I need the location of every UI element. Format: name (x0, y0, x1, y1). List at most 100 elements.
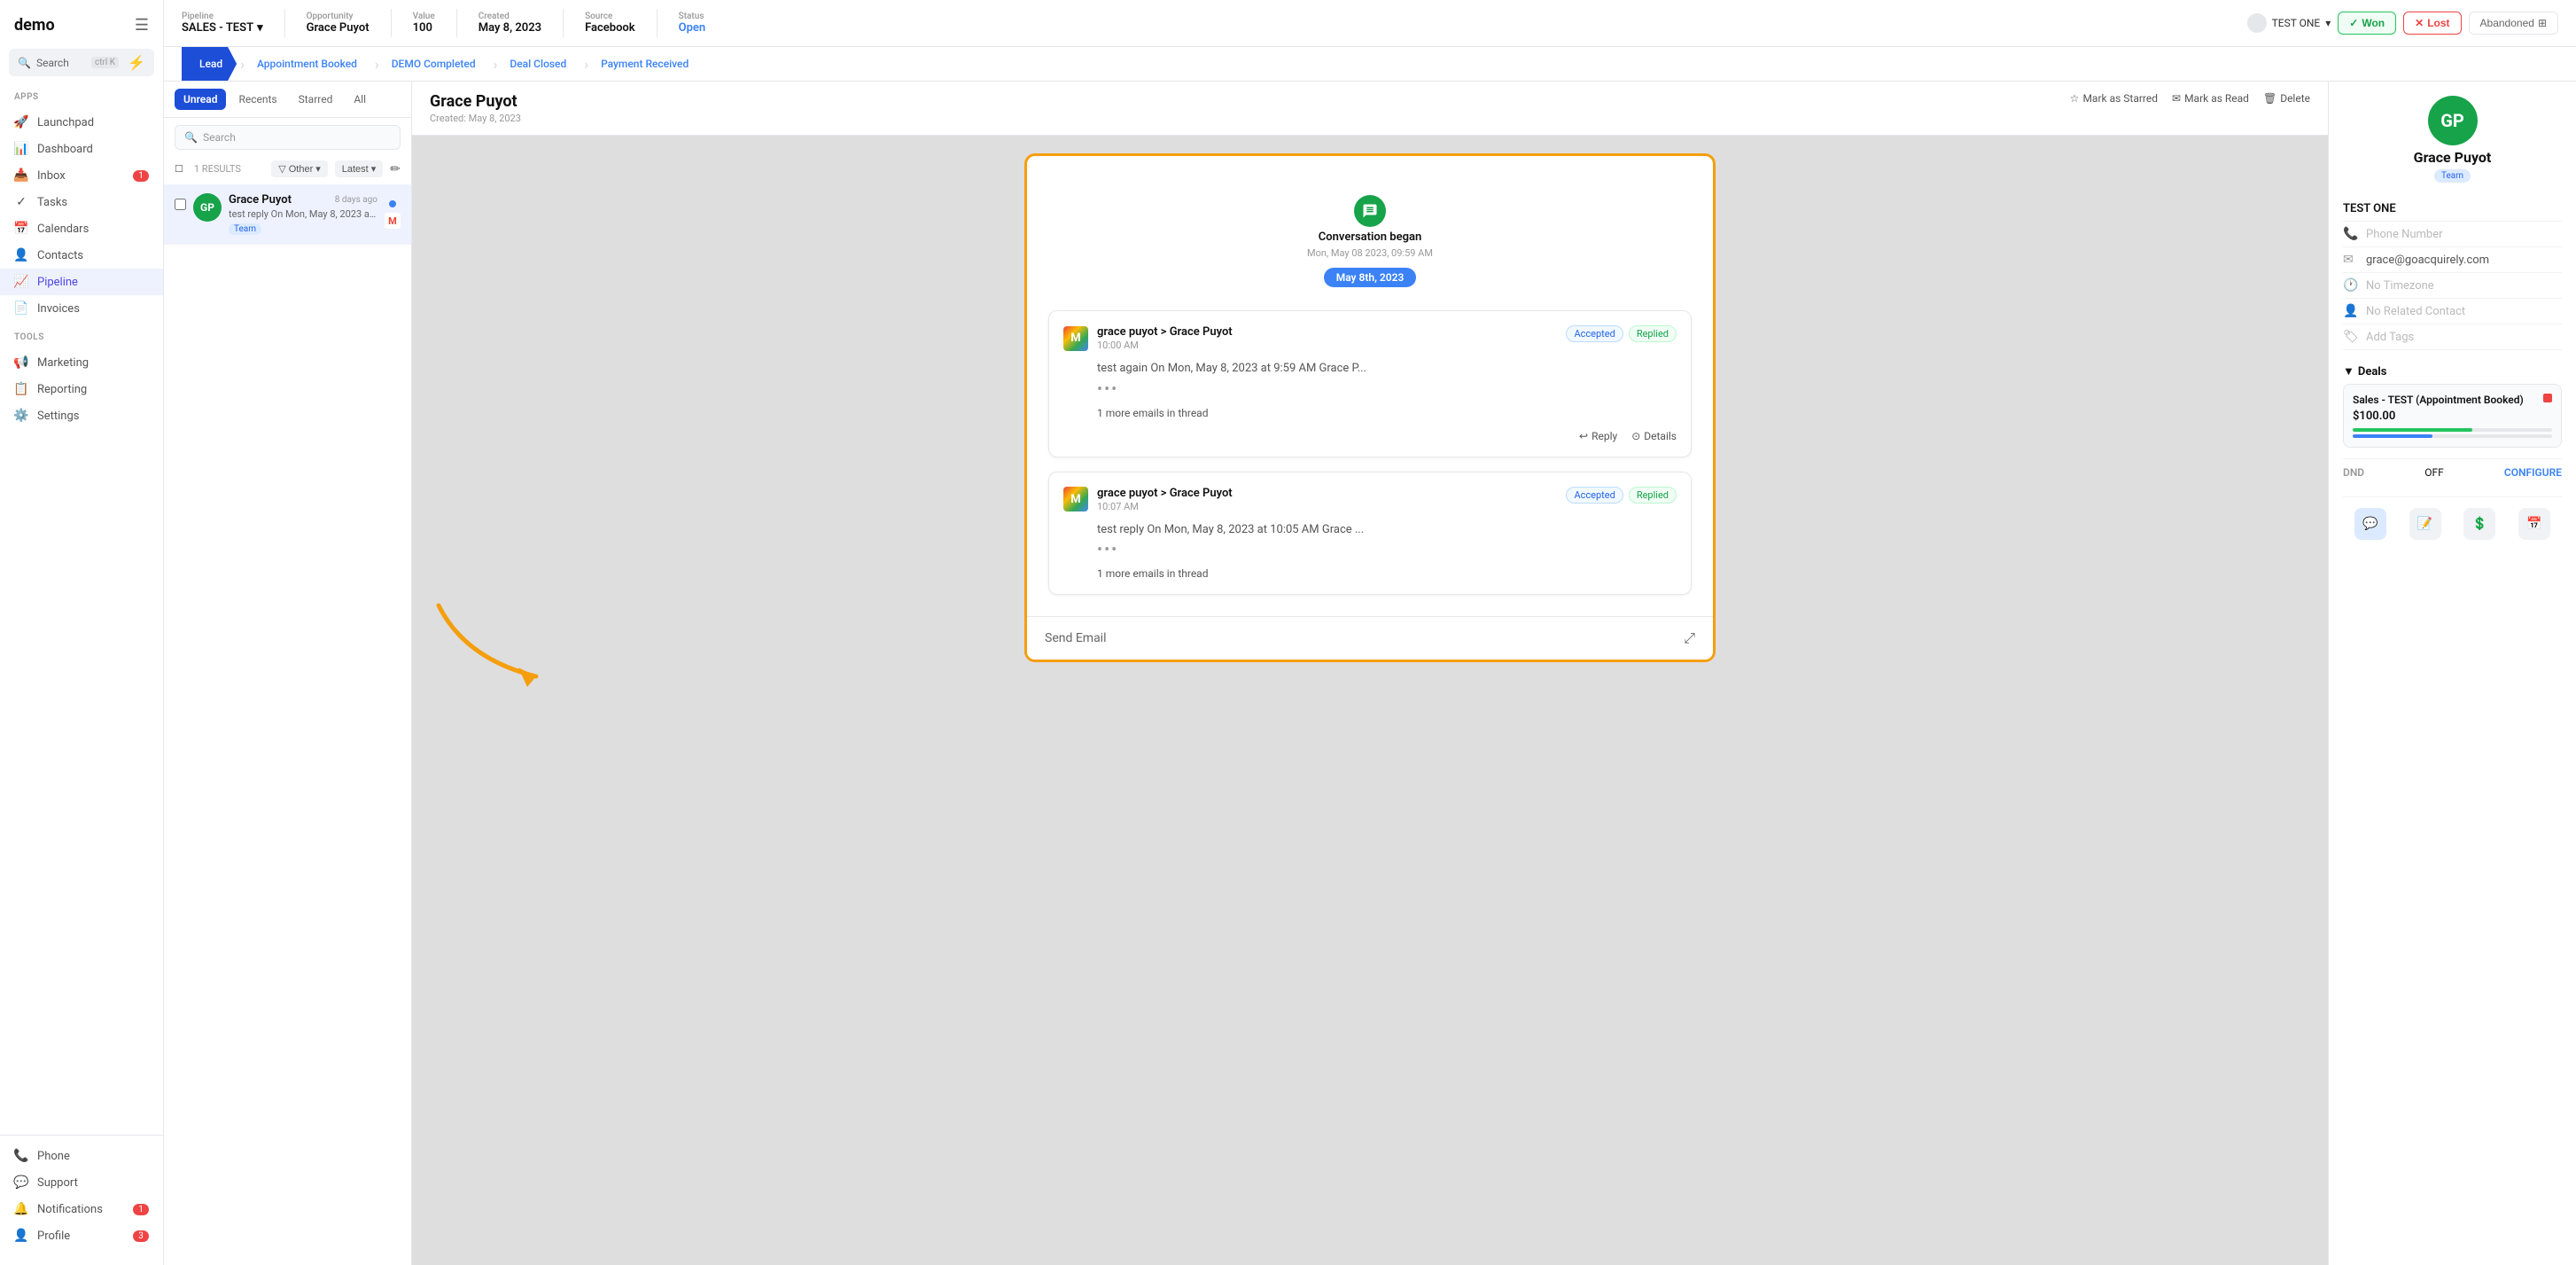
sidebar-item-pipeline[interactable]: 📈 Pipeline (0, 269, 163, 295)
began-text: Conversation began (1319, 230, 1421, 244)
deal-name: Sales - TEST (Appointment Booked) (2353, 394, 2552, 406)
compose-icon[interactable]: ✏ (390, 162, 401, 176)
notifications-icon: 🔔 (14, 1202, 28, 1216)
sidebar-item-calendars[interactable]: 📅 Calendars (0, 215, 163, 242)
created-label: Created (479, 12, 541, 21)
lost-button[interactable]: ✕ Lost (2403, 12, 2461, 35)
phone-info-icon: 📞 (2343, 227, 2359, 241)
gmail-icon: M (385, 213, 401, 229)
sidebar-item-support[interactable]: 💬 Support (0, 1169, 163, 1196)
sidebar-item-label-profile: Profile (37, 1230, 124, 1243)
filter-other-button[interactable]: ▽ Other ▾ (271, 160, 328, 177)
sidebar-item-label-support: Support (37, 1176, 149, 1190)
tab-starred[interactable]: Starred (290, 89, 342, 110)
delete-action[interactable]: 🗑 Delete (2263, 92, 2310, 105)
dollar-icon-btn[interactable]: 💲 (2463, 508, 2495, 540)
hamburger-icon[interactable]: ☰ (135, 16, 149, 35)
calendar-icon-btn[interactable]: 📅 (2518, 508, 2550, 540)
tasks-icon: ✓ (14, 195, 28, 209)
phone-value[interactable]: Phone Number (2366, 228, 2443, 241)
sidebar-item-dashboard[interactable]: 📊 Dashboard (0, 136, 163, 162)
stage-arrow-3: › (494, 56, 498, 73)
expand-icon[interactable]: ⤢ (1684, 629, 1695, 647)
sidebar-item-label-invoices: Invoices (37, 302, 149, 316)
conversation-icon (1354, 195, 1386, 227)
deal-card: Sales - TEST (Appointment Booked) $100.0… (2343, 384, 2562, 448)
email-from-1: grace puyot > Grace Puyot (1097, 325, 1233, 339)
sidebar-item-contacts[interactable]: 👤 Contacts (0, 242, 163, 269)
sidebar-search[interactable]: 🔍 Search ctrl K ⚡ (9, 49, 154, 76)
search-icon-sm: 🔍 (184, 131, 198, 144)
won-button[interactable]: ✓ Won (2338, 12, 2396, 35)
email-sender-1: M grace puyot > Grace Puyot 10:00 AM (1063, 325, 1233, 351)
value-value: 100 (413, 21, 435, 35)
reply-icon-1: ↩ (1579, 430, 1588, 442)
sidebar-item-phone[interactable]: 📞 Phone (0, 1143, 163, 1169)
tab-all[interactable]: All (345, 89, 375, 110)
value-section: Value 100 (413, 12, 435, 35)
mark-read-action[interactable]: ✉ Mark as Read (2172, 92, 2249, 105)
abandoned-button[interactable]: Abandoned ⊞ (2469, 12, 2558, 35)
email-thread-1[interactable]: 1 more emails in thread (1063, 407, 1677, 419)
reply-button-1[interactable]: ↩ Reply (1579, 430, 1617, 442)
email-actions-1: ↩ Reply ⊙ Details (1063, 430, 1677, 442)
sidebar-item-notifications[interactable]: 🔔 Notifications 1 (0, 1196, 163, 1222)
user-selector[interactable]: TEST ONE ▾ (2247, 13, 2331, 33)
stage-deal[interactable]: Deal Closed (501, 47, 580, 81)
stage-demo[interactable]: DEMO Completed (383, 47, 490, 81)
sidebar-item-tasks[interactable]: ✓ Tasks (0, 189, 163, 215)
sort-latest-button[interactable]: Latest ▾ (335, 160, 384, 177)
sidebar-item-invoices[interactable]: 📄 Invoices (0, 295, 163, 322)
checkbox-all[interactable]: ☐ (175, 163, 183, 175)
unread-dot (389, 200, 396, 207)
sidebar-item-settings[interactable]: ⚙️ Settings (0, 402, 163, 429)
email-status-2: Accepted Replied (1566, 487, 1677, 504)
tab-recents[interactable]: Recents (230, 89, 285, 110)
phone-icon: 📞 (14, 1149, 28, 1163)
conv-list: GP Grace Puyot 8 days ago test reply On … (164, 184, 411, 1265)
email-info-icon: ✉ (2343, 253, 2359, 267)
sidebar-item-label-marketing: Marketing (37, 356, 149, 370)
stage-payment[interactable]: Payment Received (592, 47, 703, 81)
opportunity-value: Grace Puyot (307, 21, 370, 35)
sidebar-item-inbox[interactable]: 📥 Inbox 1 (0, 162, 163, 189)
check-icon: ✓ (2349, 17, 2358, 29)
sidebar-item-profile[interactable]: 👤 Profile 3 (0, 1222, 163, 1249)
user-name: TEST ONE (2272, 17, 2321, 29)
conv-item-grace[interactable]: GP Grace Puyot 8 days ago test reply On … (164, 184, 411, 245)
sidebar-item-label-inbox: Inbox (37, 169, 124, 183)
search-label: Search (36, 57, 69, 69)
sidebar-item-reporting[interactable]: 📋 Reporting (0, 376, 163, 402)
date-badge: May 8th, 2023 (1324, 268, 1417, 287)
timezone-value: No Timezone (2366, 279, 2434, 293)
sidebar-item-label-pipeline: Pipeline (37, 276, 149, 289)
sidebar-item-marketing[interactable]: 📢 Marketing (0, 349, 163, 376)
pipeline-stages: Lead › Appointment Booked › DEMO Complet… (164, 47, 2576, 82)
stage-demo-label: DEMO Completed (392, 58, 476, 70)
tab-unread[interactable]: Unread (175, 89, 226, 110)
pipeline-label: Pipeline (182, 12, 263, 21)
related-contact-value: No Related Contact (2366, 305, 2465, 318)
email-time-2: 10:07 AM (1097, 501, 1233, 512)
details-button-1[interactable]: ⊙ Details (1631, 430, 1677, 442)
stage-lead[interactable]: Lead (182, 47, 237, 81)
conv-header-actions: ☆ Mark as Starred ✉ Mark as Read 🗑 Delet… (2070, 92, 2310, 105)
deal-progress-bar-green (2353, 428, 2472, 432)
send-email-label[interactable]: Send Email (1045, 631, 1107, 645)
chat-icon-btn[interactable]: 💬 (2354, 508, 2386, 540)
notes-icon-btn[interactable]: 📝 (2409, 508, 2441, 540)
dnd-configure-button[interactable]: CONFIGURE (2504, 466, 2562, 479)
email-thread-2[interactable]: 1 more emails in thread (1063, 567, 1677, 580)
stage-appointment[interactable]: Appointment Booked (248, 47, 371, 81)
email-value[interactable]: grace@goacquirely.com (2366, 254, 2489, 267)
conv-checkbox[interactable] (175, 199, 186, 210)
star-icon: ☆ (2070, 92, 2080, 105)
right-panel: GP Grace Puyot Team TEST ONE 📞 Phone Num… (2328, 82, 2576, 1265)
sidebar-item-launchpad[interactable]: 🚀 Launchpad (0, 109, 163, 136)
settings-icon: ⚙️ (14, 409, 28, 423)
search-nav-icon[interactable]: ⚡ (128, 54, 145, 71)
conv-search-input[interactable]: 🔍 Search (175, 125, 401, 150)
mark-starred-action[interactable]: ☆ Mark as Starred (2070, 92, 2158, 105)
pipeline-value[interactable]: SALES - TEST ▾ (182, 21, 263, 35)
tags-value[interactable]: Add Tags (2366, 331, 2414, 344)
